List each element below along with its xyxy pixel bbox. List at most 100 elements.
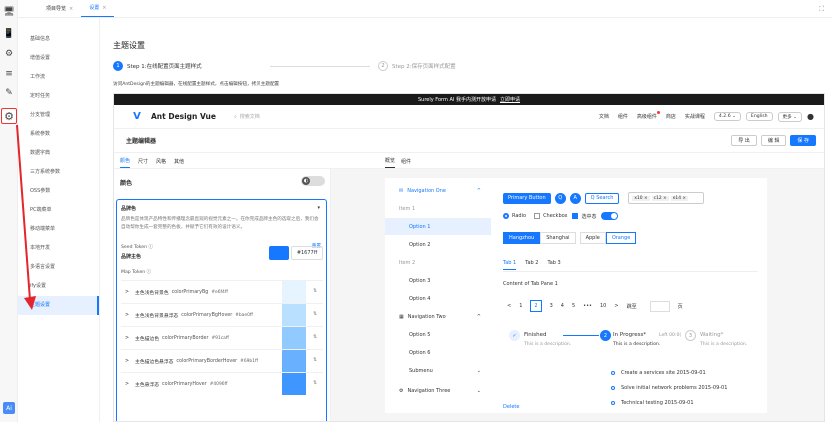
page-ellipsis[interactable]: ••• bbox=[583, 303, 592, 309]
map-token-row[interactable]: > 主色悬浮态 colorPrimaryHover #4096ff ⇅ bbox=[121, 372, 323, 395]
export-button[interactable]: 导 出 bbox=[731, 135, 757, 146]
nav-link-components[interactable]: 组件 bbox=[618, 113, 628, 120]
color-swatch[interactable] bbox=[269, 246, 289, 260]
inner-tab-1[interactable]: Tab 1 bbox=[503, 260, 517, 270]
banner-link[interactable]: 立即申请 bbox=[500, 96, 520, 103]
link-icon[interactable]: ⇅ bbox=[313, 334, 317, 340]
map-token-row[interactable]: > 主色浅色背景色 colorPrimaryBg #e6f4ff ⇅ bbox=[121, 280, 323, 303]
search-button[interactable]: Q Search bbox=[584, 192, 620, 204]
menu-nav-two[interactable]: ▦ Navigation Two ^ bbox=[385, 308, 491, 325]
chevron-right-icon[interactable]: > bbox=[125, 290, 129, 295]
tab-components[interactable]: 组件 bbox=[401, 158, 411, 168]
tab-overview[interactable]: 概览 bbox=[385, 157, 396, 168]
radio-button[interactable] bbox=[503, 213, 509, 219]
delete-link[interactable]: Delete bbox=[503, 404, 519, 410]
tag-select[interactable]: x10 × c12 × e14 × bbox=[628, 192, 705, 204]
tag[interactable]: e14 × bbox=[670, 195, 689, 201]
page-item[interactable]: 5 bbox=[572, 303, 575, 309]
checked-checkbox[interactable] bbox=[572, 213, 579, 219]
page-item[interactable]: 10 bbox=[600, 303, 606, 309]
antdv-logo-icon[interactable]: V bbox=[132, 111, 142, 122]
nav-item[interactable]: 多语言设置 bbox=[18, 258, 99, 277]
save-button[interactable]: 保 存 bbox=[790, 135, 816, 146]
tab-style[interactable]: 风格 bbox=[156, 158, 166, 168]
close-icon[interactable]: × bbox=[102, 5, 106, 11]
nav-item[interactable]: 定时任务 bbox=[18, 87, 99, 106]
language-button[interactable]: English bbox=[745, 112, 773, 121]
menu-option-4[interactable]: Option 4 bbox=[385, 290, 491, 307]
menu-submenu[interactable]: Submenu ⌄ bbox=[385, 362, 491, 379]
segment-hangzhou[interactable]: Hangzhou bbox=[503, 232, 541, 244]
nav-item[interactable]: 工作流 bbox=[18, 68, 99, 87]
github-icon[interactable]: ● bbox=[807, 112, 814, 121]
nav-item[interactable]: 系统参数 bbox=[18, 125, 99, 144]
monitor-icon[interactable]: 🖥 bbox=[3, 6, 15, 18]
nav-item-theme[interactable]: 主题设置 bbox=[18, 296, 99, 315]
menu-option-3[interactable]: Option 3 bbox=[385, 272, 491, 289]
nav-item[interactable]: OSS参数 bbox=[18, 182, 99, 201]
primary-button[interactable]: Primary Button bbox=[503, 192, 551, 204]
page-item[interactable]: 4 bbox=[561, 303, 564, 309]
theme-mode-toggle[interactable]: ◐ bbox=[301, 176, 325, 186]
token-swatch[interactable] bbox=[282, 373, 306, 395]
page-item[interactable]: 3 bbox=[550, 303, 553, 309]
nav-item[interactable]: 本地开发 bbox=[18, 239, 99, 258]
nav-item[interactable]: 增值设置 bbox=[18, 49, 99, 68]
nav-link-advanced[interactable]: 高级组件 bbox=[637, 111, 660, 120]
tag[interactable]: x10 × bbox=[632, 195, 650, 201]
menu-option-1[interactable]: Option 1 bbox=[385, 218, 491, 235]
tag[interactable]: c12 × bbox=[651, 195, 669, 201]
ai-button[interactable]: Ai bbox=[3, 402, 15, 414]
menu-option-5[interactable]: Option 5 bbox=[385, 326, 491, 343]
expand-icon[interactable]: ⛶ bbox=[819, 5, 824, 14]
segment-shanghai[interactable]: Shanghai bbox=[540, 232, 576, 244]
nav-link-store[interactable]: 商店 bbox=[666, 113, 676, 120]
hex-input[interactable]: #1677ff bbox=[291, 246, 323, 260]
menu-nav-one[interactable]: ✉ Navigation One ^ bbox=[385, 182, 491, 199]
tab-settings[interactable]: 设置 × bbox=[81, 4, 115, 17]
settings-gear-icon[interactable]: ⚙ bbox=[1, 108, 17, 124]
tab-size[interactable]: 尺寸 bbox=[138, 158, 148, 168]
switch-toggle[interactable] bbox=[600, 212, 618, 220]
chevron-right-icon[interactable]: > bbox=[125, 336, 129, 341]
page-item[interactable]: 1 bbox=[519, 303, 522, 309]
brush-icon[interactable]: ✎ bbox=[3, 87, 15, 99]
database-icon[interactable]: ≡ bbox=[3, 68, 15, 80]
next-page-button[interactable]: > bbox=[614, 303, 618, 309]
prev-page-button[interactable]: < bbox=[507, 303, 511, 309]
inner-tab-3[interactable]: Tab 3 bbox=[548, 260, 561, 270]
segment-apple[interactable]: Apple bbox=[579, 232, 606, 244]
nav-item[interactable]: 数据字典 bbox=[18, 144, 99, 163]
chevron-right-icon[interactable]: > bbox=[125, 313, 129, 318]
tab-project-overview[interactable]: 项目导览 × bbox=[38, 5, 81, 17]
token-swatch[interactable] bbox=[282, 327, 306, 349]
map-token-row[interactable]: > 主色描边色悬浮态 colorPrimaryBorderHover #69b1ff ⇅ bbox=[121, 349, 323, 372]
nav-link-courses[interactable]: 实战课程 bbox=[685, 113, 705, 120]
avatar-circle-button[interactable]: A bbox=[569, 192, 581, 204]
doc-search[interactable]: ⌕ 搜索文档 bbox=[234, 113, 263, 120]
search-circle-button[interactable]: Q bbox=[554, 192, 566, 204]
link-icon[interactable]: ⇅ bbox=[313, 288, 317, 294]
edit-button[interactable]: 编 辑 bbox=[760, 135, 787, 146]
map-token-row[interactable]: > 主色描边色 colorPrimaryBorder #91caff ⇅ bbox=[121, 326, 323, 349]
tab-color[interactable]: 颜色 bbox=[120, 157, 131, 168]
menu-option-6[interactable]: Option 6 bbox=[385, 344, 491, 361]
flow-icon[interactable]: ⚙ bbox=[3, 48, 15, 60]
segment-orange[interactable]: Orange bbox=[605, 232, 637, 244]
nav-item[interactable]: PC端菜单 bbox=[18, 201, 99, 220]
tab-other[interactable]: 其他 bbox=[174, 158, 184, 168]
menu-option-2[interactable]: Option 2 bbox=[385, 236, 491, 253]
version-select[interactable]: 4.2.6 ⌄ bbox=[713, 112, 741, 121]
menu-nav-three[interactable]: ⚙ Navigation Three ⌄ bbox=[385, 382, 491, 399]
nav-item[interactable]: 基础信息 bbox=[18, 30, 99, 49]
nav-item[interactable]: ify设置 bbox=[18, 277, 99, 296]
brand-name[interactable]: Ant Design Vue bbox=[151, 112, 216, 121]
phone-icon[interactable]: 📱 bbox=[3, 28, 15, 40]
chevron-right-icon[interactable]: > bbox=[125, 382, 129, 387]
caret-down-icon[interactable]: ▾ bbox=[317, 205, 320, 211]
link-icon[interactable]: ⇅ bbox=[313, 311, 317, 317]
inner-tab-2[interactable]: Tab 2 bbox=[525, 260, 538, 270]
token-swatch[interactable] bbox=[282, 304, 306, 326]
nav-link-docs[interactable]: 文档 bbox=[599, 113, 609, 120]
chevron-right-icon[interactable]: > bbox=[125, 359, 129, 364]
